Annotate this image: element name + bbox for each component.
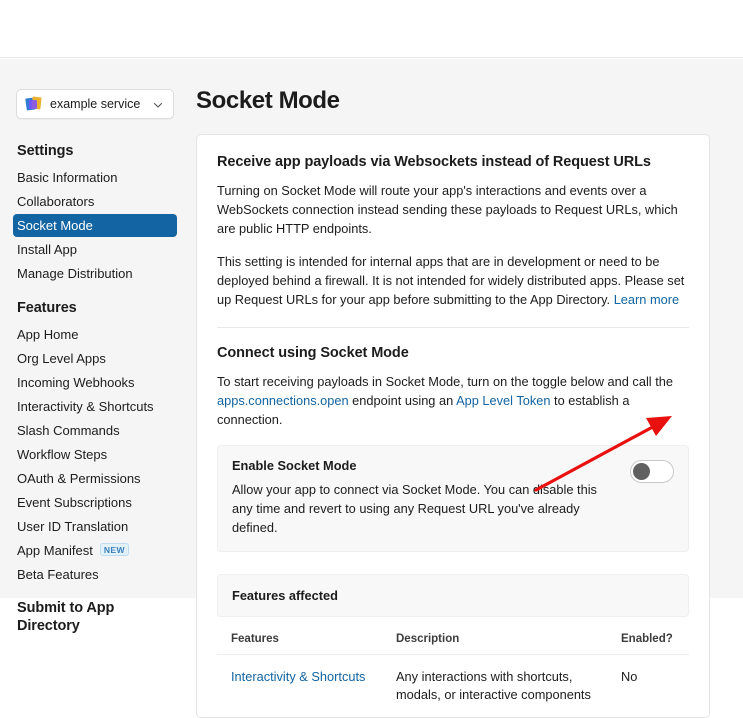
sidebar-item-app-manifest[interactable]: App Manifest NEW bbox=[13, 539, 177, 562]
toggle-knob-icon bbox=[633, 463, 650, 480]
connect-intro-paragraph: To start receiving payloads in Socket Mo… bbox=[217, 372, 689, 429]
section-title-connect: Connect using Socket Mode bbox=[217, 345, 409, 361]
connect-intro-text-b: endpoint using an bbox=[348, 393, 457, 408]
nav-heading-submit-to-app-directory: Submit to App Directory bbox=[17, 600, 115, 635]
apps-connections-open-link[interactable]: apps.connections.open bbox=[217, 393, 349, 408]
browser-top-bar bbox=[0, 0, 743, 58]
sidebar-item-label: Basic Information bbox=[17, 170, 118, 185]
sidebar-item-user-id-translation[interactable]: User ID Translation bbox=[13, 515, 177, 538]
nav-heading-features: Features bbox=[17, 300, 77, 316]
connect-intro-text-a: To start receiving payloads in Socket Mo… bbox=[217, 374, 673, 389]
sidebar-item-label: App Home bbox=[17, 327, 79, 342]
enable-socket-mode-description: Allow your app to connect via Socket Mod… bbox=[232, 482, 597, 535]
sidebar-item-label: Install App bbox=[17, 242, 77, 257]
enable-socket-mode-label: Enable Socket Mode bbox=[232, 458, 357, 473]
sidebar-item-label: Workflow Steps bbox=[17, 447, 108, 462]
cell-enabled: No bbox=[621, 669, 638, 684]
enable-socket-mode-toggle[interactable] bbox=[630, 460, 674, 483]
sidebar-item-label: OAuth & Permissions bbox=[17, 471, 141, 486]
sidebar-item-manage-distribution[interactable]: Manage Distribution bbox=[13, 262, 177, 285]
cell-description: Any interactions with shortcuts, modals,… bbox=[396, 669, 591, 702]
sidebar: example service Settings Basic Informati… bbox=[0, 59, 190, 634]
table-header-row: Features Description Enabled? bbox=[217, 621, 689, 655]
sidebar-item-org-level-apps[interactable]: Org Level Apps bbox=[13, 347, 177, 370]
sidebar-item-label: Slash Commands bbox=[17, 423, 120, 438]
table-row: Interactivity & Shortcuts Any interactio… bbox=[217, 655, 689, 718]
sidebar-item-slash-commands[interactable]: Slash Commands bbox=[13, 419, 177, 442]
sidebar-item-basic-information[interactable]: Basic Information bbox=[13, 166, 177, 189]
socket-mode-card: Receive app payloads via Websockets inst… bbox=[196, 134, 710, 718]
enable-socket-mode-text: Enable Socket Mode Allow your app to con… bbox=[232, 458, 618, 537]
sidebar-item-label: Manage Distribution bbox=[17, 266, 133, 281]
websockets-paragraph-2: This setting is intended for internal ap… bbox=[217, 252, 689, 309]
sidebar-item-socket-mode[interactable]: Socket Mode bbox=[13, 214, 177, 237]
sidebar-item-label: Socket Mode bbox=[17, 218, 93, 233]
nav-heading-settings: Settings bbox=[17, 143, 74, 159]
sidebar-item-app-home[interactable]: App Home bbox=[13, 323, 177, 346]
feature-link-interactivity-shortcuts[interactable]: Interactivity & Shortcuts bbox=[231, 669, 365, 684]
learn-more-link[interactable]: Learn more bbox=[614, 292, 679, 307]
websockets-paragraph-1: Turning on Socket Mode will route your a… bbox=[217, 183, 678, 236]
sidebar-item-beta-features[interactable]: Beta Features bbox=[13, 563, 177, 586]
app-logo-icon bbox=[25, 96, 42, 112]
features-affected-table: Features Description Enabled? Interactiv… bbox=[217, 621, 689, 717]
sidebar-item-collaborators[interactable]: Collaborators bbox=[13, 190, 177, 213]
sidebar-item-label: Event Subscriptions bbox=[17, 495, 132, 510]
app-switcher-dropdown[interactable]: example service bbox=[16, 89, 174, 119]
page-body: example service Settings Basic Informati… bbox=[0, 59, 743, 718]
column-header-features: Features bbox=[217, 621, 382, 655]
sidebar-item-interactivity-shortcuts[interactable]: Interactivity & Shortcuts bbox=[13, 395, 177, 418]
main-content: Socket Mode Receive app payloads via Web… bbox=[190, 59, 743, 718]
section-title-websockets: Receive app payloads via Websockets inst… bbox=[217, 154, 651, 170]
column-header-enabled: Enabled? bbox=[607, 621, 689, 655]
column-header-description: Description bbox=[382, 621, 607, 655]
sidebar-item-label: User ID Translation bbox=[17, 519, 129, 534]
chevron-down-icon bbox=[152, 98, 164, 110]
sidebar-item-oauth-permissions[interactable]: OAuth & Permissions bbox=[13, 467, 177, 490]
sidebar-item-label: Org Level Apps bbox=[17, 351, 106, 366]
sidebar-item-label: Incoming Webhooks bbox=[17, 375, 135, 390]
cell-feature: Interactivity & Shortcuts bbox=[217, 655, 382, 718]
sidebar-item-label: App Manifest bbox=[17, 543, 93, 558]
sidebar-item-install-app[interactable]: Install App bbox=[13, 238, 177, 261]
sidebar-item-label: Beta Features bbox=[17, 567, 99, 582]
sidebar-item-label: Collaborators bbox=[17, 194, 95, 209]
sidebar-item-event-subscriptions[interactable]: Event Subscriptions bbox=[13, 491, 177, 514]
sidebar-item-label: Interactivity & Shortcuts bbox=[17, 399, 154, 414]
app-level-token-link[interactable]: App Level Token bbox=[456, 393, 550, 408]
features-affected-header: Features affected bbox=[217, 574, 689, 617]
enable-socket-mode-block: Enable Socket Mode Allow your app to con… bbox=[217, 445, 689, 552]
sidebar-item-incoming-webhooks[interactable]: Incoming Webhooks bbox=[13, 371, 177, 394]
status-badge-new: NEW bbox=[99, 543, 129, 556]
page-title: Socket Mode bbox=[196, 87, 340, 114]
section-divider bbox=[217, 327, 689, 328]
app-switcher-label: example service bbox=[50, 97, 141, 111]
sidebar-item-workflow-steps[interactable]: Workflow Steps bbox=[13, 443, 177, 466]
